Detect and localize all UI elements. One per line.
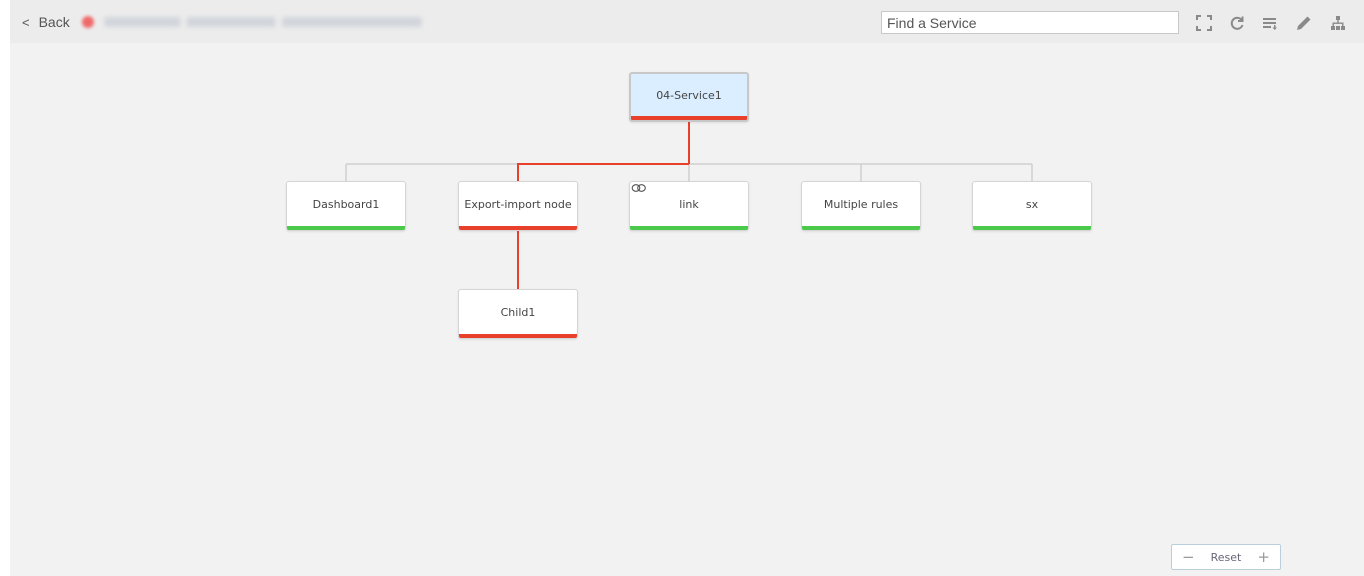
zoom-reset-button[interactable]: Reset (1211, 551, 1242, 564)
service-node-root[interactable]: 04-Service1 (629, 72, 749, 122)
service-node-label: sx (1025, 197, 1039, 211)
status-bar-critical (459, 334, 577, 338)
service-node-dashboard1[interactable]: Dashboard1 (286, 181, 406, 231)
status-bar-critical (459, 226, 577, 230)
status-bar-critical (631, 116, 747, 120)
status-bar-ok (630, 226, 748, 230)
status-bar-ok (802, 226, 920, 230)
service-node-sx[interactable]: sx (972, 181, 1092, 231)
service-node-label: link (679, 197, 699, 211)
service-node-child1[interactable]: Child1 (458, 289, 578, 339)
service-node-export-import[interactable]: Export-import node (458, 181, 578, 231)
status-bar-ok (287, 226, 405, 230)
service-node-label: Export-import node (464, 197, 572, 211)
service-node-label: Dashboard1 (312, 197, 380, 211)
status-bar-ok (973, 226, 1091, 230)
service-node-label: 04-Service1 (656, 88, 722, 102)
service-node-label: Child1 (500, 305, 536, 319)
service-node-label: Multiple rules (823, 197, 899, 211)
zoom-control: − Reset + (1171, 544, 1281, 570)
link-icon (631, 184, 646, 192)
zoom-out-button[interactable]: − (1182, 548, 1195, 566)
service-node-multiple-rules[interactable]: Multiple rules (801, 181, 921, 231)
service-node-link[interactable]: link (629, 181, 749, 231)
zoom-in-button[interactable]: + (1257, 548, 1270, 566)
